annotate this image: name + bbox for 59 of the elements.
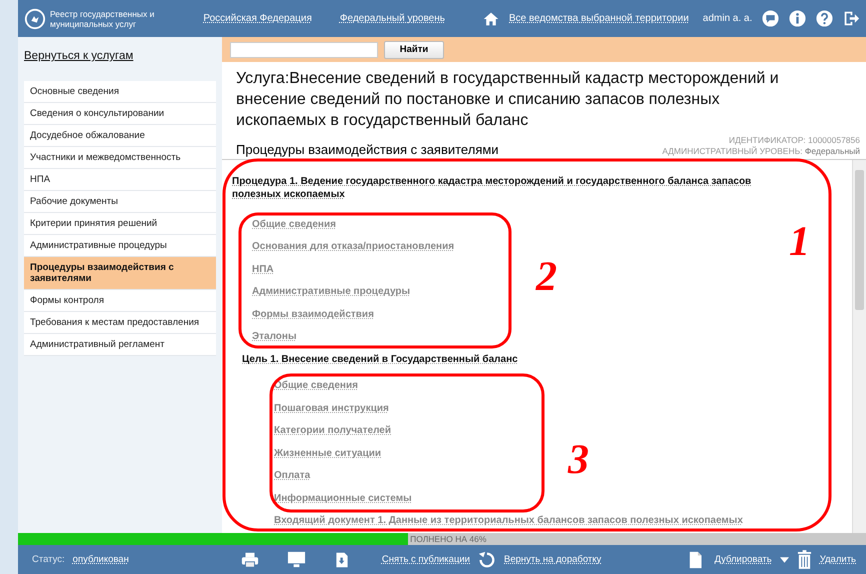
- sidebar-item[interactable]: Сведения о консультировании: [24, 103, 216, 125]
- undo-icon[interactable]: [478, 550, 496, 568]
- section-link[interactable]: Административные процедуры: [252, 286, 410, 297]
- goal-link[interactable]: Цель 1. Внесение сведений в Государственный баланс: [242, 354, 518, 364]
- annotation-number: 2: [536, 254, 557, 300]
- printer-icon[interactable]: [240, 550, 259, 568]
- sidebar-item[interactable]: Основные сведения: [24, 81, 216, 103]
- info-icon[interactable]: [789, 9, 806, 28]
- status-link[interactable]: опубликован: [72, 554, 129, 565]
- section-link[interactable]: Информационные системы: [274, 492, 412, 504]
- section-link[interactable]: Входящий документ 1. Данные из территориальных балансов запасов полезных ископаемых: [274, 515, 743, 526]
- sidebar-item[interactable]: Формы контроля: [24, 290, 216, 312]
- logout-icon[interactable]: [843, 9, 860, 28]
- sidebar-item[interactable]: Административный регламент: [24, 334, 216, 356]
- back-link[interactable]: Вернуться к услугам: [24, 50, 134, 62]
- procedure-link[interactable]: Процедура 1. Ведение государственного кадастра месторождений и государственного баланса запасов полезных ископаемых: [232, 175, 782, 201]
- help-icon[interactable]: [816, 9, 834, 28]
- sidebar-item[interactable]: Участники и межведомственность: [24, 147, 216, 169]
- logo-text[interactable]: Реестр государственных и муниципальных услуг: [50, 8, 180, 28]
- monitor-icon[interactable]: [286, 550, 306, 569]
- header-link[interactable]: Федеральный уровень: [340, 13, 445, 24]
- section-link[interactable]: Общие сведения: [252, 218, 336, 230]
- territory-link[interactable]: Все ведомства выбранной территории: [509, 13, 689, 24]
- search-button[interactable]: Найти: [384, 40, 444, 58]
- return-link[interactable]: Вернуть на доработку: [504, 554, 602, 565]
- admin-level-text: АДМИНИСТРАТИВНЫЙ УРОВЕНЬ: Федеральный: [662, 146, 860, 157]
- section-title: Процедуры взаимодействия с заявителями: [236, 142, 499, 157]
- annotation-number: 3: [568, 437, 589, 483]
- section-link[interactable]: Жизненные ситуации: [274, 448, 382, 458]
- document-icon[interactable]: [334, 550, 350, 568]
- scrollbar[interactable]: [852, 160, 866, 533]
- progress-label: ПОЛНЕНО НА 46%: [409, 533, 486, 545]
- caret-icon[interactable]: [780, 556, 789, 562]
- section-link[interactable]: Категории получателей: [274, 425, 392, 436]
- section-link[interactable]: Основания для отказа/приостановления: [252, 241, 454, 252]
- sidebar-item[interactable]: Досудебное обжалование: [24, 125, 216, 147]
- search-field[interactable]: [230, 42, 378, 58]
- sidebar-item[interactable]: Требования к местам предоставления: [24, 312, 216, 334]
- section-link[interactable]: Оплата: [274, 470, 310, 481]
- section-link[interactable]: Пошаговая инструкция: [274, 402, 389, 414]
- sidebar-item[interactable]: Рабочие документы: [24, 191, 216, 213]
- unpublish-link[interactable]: Снять с публикации: [382, 554, 470, 565]
- sidebar-item[interactable]: НПА: [24, 169, 216, 191]
- user-name[interactable]: admin a. a.: [702, 13, 752, 24]
- sidebar-item[interactable]: Процедуры взаимодействия с заявителями: [24, 257, 216, 290]
- section-link[interactable]: НПА: [252, 264, 274, 274]
- section-link[interactable]: Эталоны: [252, 331, 296, 342]
- section-link[interactable]: Формы взаимодействия: [252, 308, 374, 320]
- logo-icon[interactable]: [24, 8, 46, 30]
- service-title: Услуга:Внесение сведений в государственный кадастр месторождений и внесение сведений по постановке и списанию запасов полезных ископаемых в государственный баланс: [236, 69, 780, 131]
- delete-link[interactable]: Удалить: [820, 554, 856, 565]
- chat-icon[interactable]: [762, 9, 780, 28]
- status-label: Статус:: [32, 554, 65, 565]
- header-link[interactable]: Российская Федерация: [203, 13, 312, 24]
- identifier-text: ИДЕНТИФИКАТОР: 10000057856: [728, 135, 860, 146]
- sidebar-item[interactable]: Критерии принятия решений: [24, 213, 216, 235]
- annotation-number: 1: [789, 219, 810, 265]
- duplicate-link[interactable]: Дублировать: [714, 554, 772, 565]
- trash-icon[interactable]: [796, 550, 812, 569]
